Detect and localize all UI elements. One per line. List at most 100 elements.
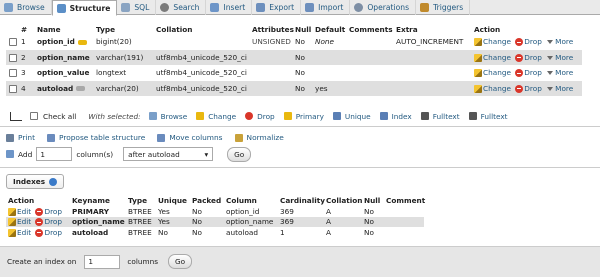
fulltext-icon: [468, 112, 477, 120]
add-column-position-select[interactable]: after autoload ▾: [123, 147, 214, 161]
row-checkbox[interactable]: [9, 38, 17, 47]
header-name[interactable]: Name: [34, 24, 93, 34]
tab-label: Triggers: [433, 3, 464, 12]
change-action[interactable]: Change: [474, 37, 511, 47]
indexes-header-row: Action Keyname Type Unique Packed Column…: [6, 195, 425, 206]
normalize-link[interactable]: Normalize: [234, 133, 284, 142]
more-label: More: [555, 37, 574, 47]
row-checkbox[interactable]: [9, 84, 17, 93]
check-all-checkbox[interactable]: [30, 112, 38, 120]
tab-browse[interactable]: Browse: [0, 0, 52, 15]
index-comment: [384, 227, 424, 238]
field-attributes: [249, 65, 292, 81]
field-collation: [153, 34, 249, 50]
edit-index-button[interactable]: Edit: [8, 217, 31, 227]
field-null: No: [292, 80, 312, 96]
tab-operations[interactable]: Operations: [350, 0, 417, 15]
primary-key-icon: [77, 39, 87, 45]
indexes-legend[interactable]: Indexes: [6, 174, 65, 189]
move-columns-link[interactable]: Move columns: [157, 133, 223, 142]
position-value: after autoload: [128, 149, 180, 159]
edit-index-button[interactable]: Edit: [8, 228, 31, 237]
field-extra: [393, 65, 471, 81]
tab-export[interactable]: Export: [252, 0, 302, 15]
row-checkbox[interactable]: [9, 53, 17, 62]
operations-icon: [354, 3, 364, 12]
propose-structure-link[interactable]: Propose table structure: [47, 133, 145, 142]
structure-row: 4 autoload varchar(20) utf8mb4_unicode_5…: [6, 80, 582, 96]
tab-triggers[interactable]: Triggers: [416, 0, 471, 15]
tab-sql[interactable]: SQL: [117, 0, 157, 15]
bulk-change-button[interactable]: Change: [196, 112, 236, 121]
row-num: 3: [18, 65, 34, 81]
drop-action[interactable]: Drop: [515, 53, 542, 62]
add-column-go-button[interactable]: Go: [227, 146, 252, 162]
more-label: More: [555, 83, 574, 93]
bulk-fulltext-button[interactable]: Fulltext: [420, 111, 460, 121]
drop-action[interactable]: Drop: [515, 84, 542, 93]
bulk-fulltext-button-2[interactable]: Fulltext: [468, 112, 508, 121]
index-cardinality: 1: [278, 227, 324, 238]
indexes-table: Action Keyname Type Unique Packed Column…: [6, 195, 425, 238]
change-action[interactable]: Change: [474, 68, 511, 78]
create-index-go-button[interactable]: Go: [168, 254, 193, 269]
bulk-primary-button[interactable]: Primary: [283, 112, 324, 121]
field-extra: [393, 49, 471, 65]
pencil-icon: [8, 207, 16, 216]
edit-label: Edit: [17, 206, 32, 216]
add-column-count-input[interactable]: 1: [36, 147, 73, 161]
print-link[interactable]: Print: [6, 133, 35, 142]
bulk-label: Unique: [344, 111, 371, 121]
tool-label: Normalize: [246, 133, 284, 142]
drop-label: Drop: [44, 217, 63, 227]
pencil-icon: [474, 38, 482, 47]
field-type: varchar(20): [93, 80, 153, 96]
index-keyname: autoload: [70, 227, 126, 238]
create-index-bar: Create an index on 1 columns Go: [0, 246, 600, 277]
drop-index-button[interactable]: Drop: [35, 207, 62, 216]
tab-search[interactable]: Search: [156, 0, 207, 15]
index-collation: A: [324, 227, 362, 238]
field-name[interactable]: option_name: [37, 53, 90, 62]
drop-action[interactable]: Drop: [515, 68, 542, 78]
drop-label: Drop: [524, 37, 542, 47]
bulk-unique-button[interactable]: Unique: [332, 111, 371, 121]
field-name[interactable]: autoload: [37, 84, 73, 93]
field-name[interactable]: option_value: [37, 68, 89, 77]
drop-icon: [515, 53, 524, 62]
tab-structure[interactable]: Structure: [51, 0, 118, 16]
tab-import[interactable]: Import: [301, 0, 351, 15]
drop-index-button[interactable]: Drop: [35, 217, 63, 227]
bulk-label: Fulltext: [432, 111, 460, 121]
check-all-label[interactable]: Check all: [43, 112, 76, 121]
tab-insert[interactable]: Insert: [206, 0, 253, 15]
index-key-icon: [76, 86, 86, 92]
more-action[interactable]: More: [546, 84, 573, 93]
more-action[interactable]: More: [546, 68, 573, 77]
drop-label: Drop: [524, 68, 542, 78]
index-type: BTREE: [126, 206, 156, 217]
drop-label: Drop: [524, 83, 542, 93]
help-icon[interactable]: [49, 177, 58, 186]
drop-action[interactable]: Drop: [515, 37, 542, 47]
tab-label: Export: [269, 3, 295, 12]
structure-row: 2 option_name varchar(191) utf8mb4_unico…: [6, 49, 582, 65]
edit-index-button[interactable]: Edit: [8, 207, 31, 216]
bulk-browse-button[interactable]: Browse: [148, 112, 187, 121]
primary-key-icon: [283, 112, 292, 120]
more-action[interactable]: More: [546, 53, 573, 62]
bulk-action-bar: Check all With selected: Browse Change D…: [6, 109, 566, 123]
field-null: No: [292, 34, 312, 50]
bulk-label: Index: [391, 111, 412, 121]
create-index-count-input[interactable]: 1: [84, 254, 121, 269]
with-selected-label: With selected:: [88, 111, 141, 121]
row-checkbox[interactable]: [9, 69, 17, 78]
change-action[interactable]: Change: [474, 53, 511, 62]
bulk-drop-button[interactable]: Drop: [245, 112, 275, 121]
drop-index-button[interactable]: Drop: [35, 228, 62, 237]
more-action[interactable]: More: [546, 37, 573, 46]
change-action[interactable]: Change: [474, 84, 511, 93]
bulk-index-button[interactable]: Index: [379, 111, 412, 121]
row-num: 1: [18, 34, 34, 50]
field-name[interactable]: option_id: [37, 37, 75, 46]
